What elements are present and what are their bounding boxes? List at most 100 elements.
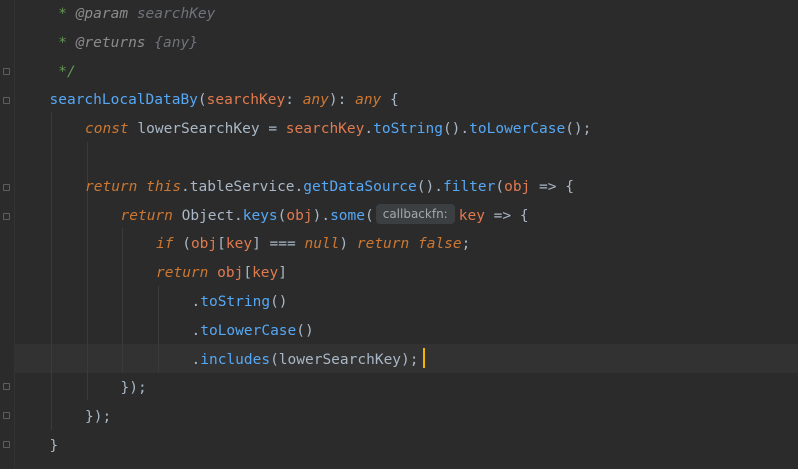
code-token: toString	[373, 121, 443, 138]
code-token: null	[304, 236, 340, 253]
code-token: .	[191, 351, 201, 368]
fold-marker-icon[interactable]	[3, 213, 10, 220]
code-token: ().	[416, 178, 443, 195]
code-line[interactable]: */	[49, 58, 76, 87]
code-token: searchKey	[206, 92, 286, 109]
code-token: return	[120, 207, 173, 224]
code-line[interactable]: return obj[key]	[156, 259, 287, 288]
code-token: Object.	[172, 207, 243, 224]
code-token: */	[49, 63, 76, 80]
code-token: });	[85, 409, 112, 426]
code-token: lowerSearchKey =	[128, 121, 286, 138]
code-token: {	[381, 92, 399, 109]
fold-marker-icon[interactable]	[3, 383, 10, 390]
code-token: @returns	[75, 34, 146, 51]
code-line[interactable]: }	[50, 432, 59, 461]
code-token: ).	[312, 207, 331, 224]
code-token: ] ===	[252, 236, 305, 253]
code-token: searchKey	[285, 121, 365, 138]
fold-marker-icon[interactable]	[3, 68, 10, 75]
code-token: const	[85, 121, 129, 138]
code-token: obj	[504, 178, 531, 195]
code-token: ]	[278, 265, 287, 282]
indent-guide	[122, 228, 123, 372]
code-editor[interactable]: * @param searchKey * @returns {any} */se…	[0, 0, 798, 469]
code-line[interactable]: searchLocalDataBy(searchKey: any): any {	[50, 86, 399, 115]
code-token: any	[355, 92, 382, 109]
code-token: toString	[200, 294, 271, 310]
code-token: filter	[442, 178, 496, 195]
code-token: searchLocalDataBy	[49, 92, 198, 109]
fold-marker-icon[interactable]	[3, 184, 10, 191]
code-token: searchKey	[128, 6, 216, 22]
code-token: false	[417, 236, 462, 253]
code-token: ();	[565, 121, 592, 138]
code-line[interactable]: });	[121, 374, 147, 403]
code-token: key	[252, 265, 279, 282]
fold-marker-icon[interactable]	[3, 97, 10, 104]
code-token: }	[49, 438, 59, 454]
code-token: this	[146, 178, 182, 195]
code-line[interactable]: * @param searchKey	[49, 0, 216, 29]
code-token: *	[49, 34, 76, 51]
code-token: obj	[217, 265, 244, 282]
code-token: ()	[296, 322, 314, 339]
code-token: includes	[200, 351, 271, 368]
code-token: .tableService.	[181, 178, 304, 195]
code-token: getDataSource	[303, 178, 417, 195]
code-token: => {	[530, 178, 574, 195]
code-line[interactable]: });	[85, 403, 111, 432]
code-token: obj	[190, 236, 218, 253]
code-line[interactable]: .toLowerCase()	[192, 317, 314, 346]
code-token: return	[156, 265, 209, 282]
parameter-hint: callbackfn:	[375, 203, 455, 224]
code-line[interactable]: * @returns {any}	[50, 29, 198, 58]
code-token: => {	[484, 207, 529, 224]
code-token: some	[330, 207, 365, 224]
code-token: @param	[75, 6, 129, 22]
code-token: keys	[242, 207, 278, 224]
code-token: .	[364, 121, 374, 138]
code-token: any	[302, 92, 329, 109]
code-token: if	[156, 236, 174, 253]
code-token: [	[217, 236, 226, 253]
code-token: (	[197, 92, 207, 109]
code-token: toLowerCase	[469, 121, 566, 138]
code-token: *	[49, 6, 76, 22]
code-line[interactable]: .includes(lowerSearchKey);	[192, 346, 419, 375]
code-token: (	[173, 236, 191, 253]
indent-guide	[51, 112, 52, 430]
fold-marker-icon[interactable]	[3, 441, 10, 448]
code-token: (	[495, 178, 505, 195]
code-token: .	[191, 294, 201, 310]
code-line[interactable]: return this.tableService.getDataSource()…	[85, 173, 574, 202]
code-token: ().	[442, 121, 470, 138]
code-token: return	[85, 178, 138, 195]
code-token: .	[191, 322, 201, 339]
code-token: key	[225, 236, 253, 253]
code-line[interactable]: if (obj[key] === null) return false;	[156, 230, 470, 259]
code-token: return	[356, 236, 410, 253]
code-token: obj	[286, 207, 313, 224]
code-token: (	[364, 207, 374, 224]
fold-marker-icon[interactable]	[3, 412, 10, 419]
code-token: (lowerSearchKey);	[270, 351, 419, 368]
code-token: });	[120, 380, 147, 397]
code-token: key	[458, 207, 485, 224]
code-line[interactable]: .toString()	[192, 288, 288, 317]
code-token: ):	[328, 92, 356, 109]
code-token: {any}	[145, 34, 198, 51]
code-token: ;	[461, 236, 471, 253]
code-token: )	[339, 236, 357, 253]
text-caret	[423, 348, 425, 368]
code-token: [	[243, 265, 253, 282]
code-token: :	[285, 92, 303, 109]
code-token: ()	[270, 294, 288, 310]
code-line[interactable]: const lowerSearchKey = searchKey.toStrin…	[85, 115, 591, 144]
indent-guide	[158, 286, 159, 372]
code-token: toLowerCase	[200, 322, 297, 339]
code-line[interactable]: return Object.keys(obj).some(callbackfn:…	[121, 202, 529, 231]
